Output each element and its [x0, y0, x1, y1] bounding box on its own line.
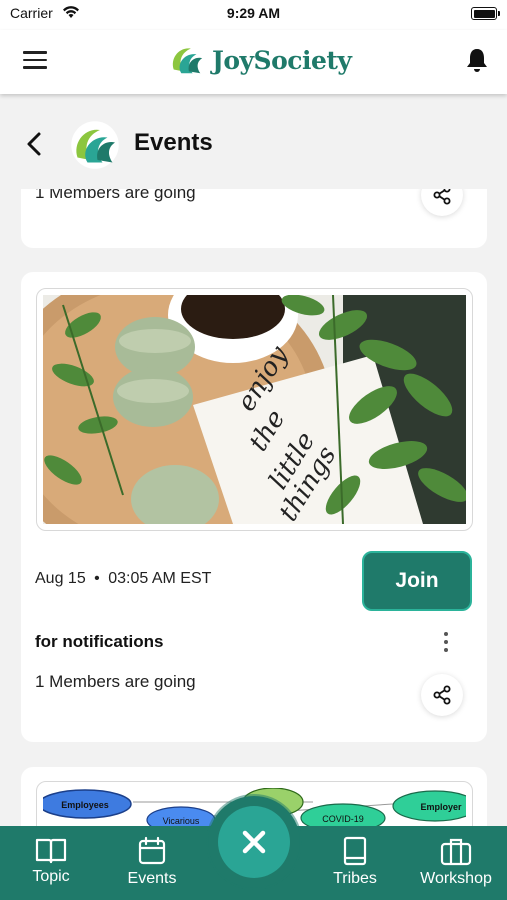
briefcase-icon: [440, 838, 472, 866]
brand-name: JoySociety: [212, 45, 352, 75]
nav-label: Workshop: [420, 870, 492, 887]
members-going-text: 1 Members are going: [35, 672, 196, 691]
bell-icon[interactable]: [465, 47, 489, 73]
event-date: Aug 15: [35, 570, 86, 587]
page-title-bar: Events: [0, 94, 507, 189]
nav-label: Tribes: [333, 870, 377, 887]
diagram-label: Employer: [420, 802, 462, 812]
close-icon: [242, 830, 266, 854]
book-icon: [343, 836, 367, 866]
hamburger-menu-icon[interactable]: [23, 51, 47, 71]
event-image: enjoythelittlethings: [43, 295, 466, 524]
chevron-left-icon[interactable]: [24, 131, 46, 157]
book-open-icon: [35, 838, 67, 864]
joysociety-logo-icon: [71, 121, 119, 169]
nav-item-topic[interactable]: Topic: [1, 836, 101, 886]
page-title: Events: [134, 129, 213, 156]
close-fab-button[interactable]: [218, 806, 290, 878]
join-button[interactable]: Join: [362, 551, 472, 611]
nav-item-workshop[interactable]: Workshop: [406, 836, 506, 888]
status-bar: Carrier 9:29 AM: [0, 0, 507, 30]
event-image-frame[interactable]: enjoy the little things: [36, 288, 473, 531]
share-icon: [433, 685, 451, 705]
event-title: for notifications: [35, 632, 164, 651]
clock: 9:29 AM: [226, 5, 281, 21]
share-button[interactable]: [421, 674, 463, 716]
event-time: 03:05 AM EST: [108, 570, 212, 587]
nav-label: Topic: [32, 868, 70, 885]
more-options-icon[interactable]: [441, 632, 451, 656]
nav-label: Events: [127, 870, 177, 887]
event-datetime: Aug 15 • 03:05 AM EST: [35, 570, 211, 588]
battery-icon: [471, 7, 500, 20]
events-list[interactable]: 1 Members are going enjoy the little thi…: [0, 94, 507, 826]
diagram-label: COVID-19: [322, 814, 364, 824]
nav-item-tribes[interactable]: Tribes: [305, 836, 405, 888]
diagram-label: Vicarious: [163, 816, 200, 826]
nav-item-events[interactable]: Events: [102, 836, 202, 888]
brand-logo: JoySociety: [168, 40, 352, 80]
datetime-separator: •: [94, 570, 100, 587]
calendar-icon: [138, 836, 166, 865]
diagram-label: Employees: [61, 800, 109, 810]
app-header: JoySociety: [0, 30, 507, 94]
event-card[interactable]: enjoy the little things Aug 15 • 03:05 AM E…: [21, 272, 487, 742]
joysociety-logo-icon: [172, 48, 203, 74]
